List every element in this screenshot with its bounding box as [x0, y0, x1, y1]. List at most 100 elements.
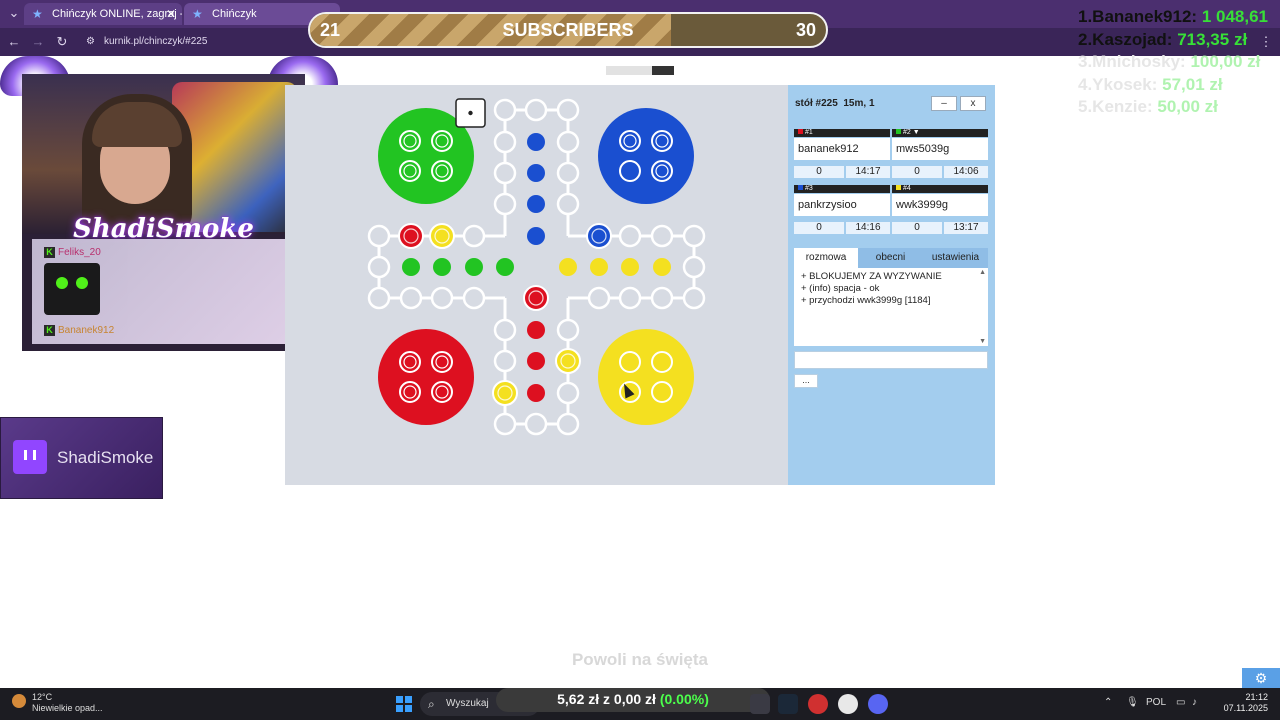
- chat-line: + przychodzi wwk3999g [1184]: [801, 295, 931, 306]
- donation-ticker-overlay: 5,62 zł z 0,00 zł (0.00%): [496, 688, 770, 712]
- track-cell: [682, 255, 706, 279]
- player-score: 0: [892, 166, 942, 178]
- money-raised: 5,62 zł: [557, 691, 600, 707]
- player-time: 14:06: [944, 166, 988, 178]
- avatar-eye-icon: [76, 277, 88, 289]
- scroll-up-icon[interactable]: ▲: [979, 269, 986, 276]
- board-view-controls[interactable]: [606, 66, 674, 75]
- settings-gear-icon[interactable]: ⚙: [1242, 668, 1280, 688]
- leaderboard-amount: 713,35 zł: [1177, 29, 1248, 49]
- track-cell: [556, 192, 580, 216]
- track-cell: [650, 286, 674, 310]
- table-number: stół #225: [795, 98, 838, 109]
- chat-user-2: K Bananek912: [44, 325, 114, 336]
- app-icon[interactable]: [808, 694, 828, 714]
- reload-icon[interactable]: ↻: [54, 34, 70, 50]
- chat-username: Feliks_20: [58, 247, 101, 259]
- chat-username: Bananek912: [58, 325, 115, 337]
- donation-leaderboard: 1.Bananek912: 1 048,61 2.Kaszojad: 713,3…: [1078, 6, 1278, 119]
- board-view-active[interactable]: [652, 66, 674, 75]
- site-info-icon[interactable]: ⚙: [86, 32, 95, 52]
- weather-desc: Niewielkie opad...: [32, 703, 103, 713]
- browser-tab-kurnik[interactable]: ★ Chińczyk ONLINE, zagraj - Kurn ✕: [24, 3, 182, 25]
- url-text: kurnik.pl/chinczyk/#225: [104, 36, 208, 47]
- dice-pip: [468, 110, 473, 116]
- kurnik-favicon-icon: ★: [32, 7, 43, 21]
- track-cell: [556, 98, 580, 122]
- scroll-down-icon[interactable]: ▼: [979, 338, 986, 345]
- track-cell: [367, 255, 391, 279]
- track-cell: [556, 381, 580, 405]
- tab-obecni[interactable]: obecni: [858, 248, 923, 268]
- leaderboard-amount: 1 048,61: [1201, 7, 1268, 26]
- twitch-channel-name: ShadiSmoke: [57, 448, 154, 467]
- browser-tab-title: Chińczyk: [212, 8, 257, 20]
- url-field[interactable]: ⚙ kurnik.pl/chinczyk/#225: [80, 32, 300, 52]
- yellow-pawn: [555, 348, 581, 374]
- stream-subtitle: Powoli na święta: [571, 650, 709, 669]
- tab-list-chevron-icon[interactable]: ⌄: [6, 5, 22, 21]
- track-cell: [524, 98, 548, 122]
- leaderboard-row: 2.Kaszojad: 713,35 zł: [1078, 29, 1278, 52]
- stream-chat-overlay: K Feliks_20 K Bananek912: [32, 239, 297, 344]
- player-slot: #2 ▼: [903, 129, 920, 136]
- search-icon: ⌕: [428, 697, 435, 711]
- file-explorer-icon[interactable]: [750, 694, 770, 714]
- steam-icon[interactable]: [778, 694, 798, 714]
- network-icon[interactable]: ▭: [1176, 696, 1185, 710]
- red-pawn: [523, 285, 549, 311]
- leaderboard-name: 4.Ykosek:: [1078, 74, 1158, 94]
- player-name[interactable]: mws5039g: [892, 138, 988, 160]
- game-side-panel: stół #225 15m, 1 – x #1 bananek912 0 14:…: [788, 85, 995, 485]
- close-tab-icon[interactable]: ✕: [166, 3, 176, 25]
- player-name[interactable]: bananek912: [794, 138, 890, 160]
- green-home-cell: [433, 258, 451, 276]
- search-label: Wyszukaj: [446, 698, 489, 709]
- language-indicator[interactable]: POL: [1146, 696, 1166, 710]
- clock-time: 21:12: [1245, 692, 1268, 702]
- forward-arrow-icon[interactable]: →: [30, 34, 46, 50]
- game-chat-log[interactable]: + BLOKUJEMY ZA WYZYWANIE + (info) spacja…: [794, 268, 988, 346]
- microphone-icon[interactable]: 🎙: [1126, 696, 1139, 710]
- taskbar-clock[interactable]: 21:12 07.11.2025: [1208, 692, 1268, 714]
- windows-start-icon[interactable]: [396, 696, 412, 712]
- track-cell: [556, 161, 580, 185]
- money-separator: z: [603, 691, 611, 707]
- volume-icon[interactable]: ♪: [1192, 696, 1197, 710]
- red-base: [378, 329, 474, 425]
- player-time: 14:16: [846, 222, 890, 234]
- back-arrow-icon[interactable]: ←: [6, 34, 22, 50]
- track-cell: [556, 130, 580, 154]
- player-name[interactable]: wwk3999g: [892, 194, 988, 216]
- more-button[interactable]: ...: [794, 374, 818, 388]
- track-cell: [556, 318, 580, 342]
- close-table-button[interactable]: x: [960, 96, 986, 111]
- webcam-overlay: ShadiSmoke K Feliks_20 K Bananek912: [22, 74, 305, 351]
- ludo-board[interactable]: [285, 85, 788, 485]
- discord-icon[interactable]: [868, 694, 888, 714]
- track-cell: [493, 412, 517, 436]
- kurnik-favicon-icon: ★: [192, 7, 203, 21]
- kick-icon: K: [44, 247, 55, 258]
- red-home-cell: [527, 352, 545, 370]
- yellow-base: [598, 329, 694, 425]
- track-cell: [682, 286, 706, 310]
- player-slot: #4: [903, 185, 911, 192]
- player-score: 0: [794, 166, 844, 178]
- player-name[interactable]: pankrzysioo: [794, 194, 890, 216]
- tray-chevron-icon[interactable]: ⌃: [1104, 696, 1112, 710]
- tab-ustawienia[interactable]: ustawienia: [923, 248, 988, 268]
- green-home-cell: [465, 258, 483, 276]
- minimize-button[interactable]: –: [931, 96, 957, 111]
- weather-icon: [12, 694, 26, 708]
- leaderboard-row: 3.Mnichosky: 100,00 zł: [1078, 51, 1278, 74]
- track-cell: [493, 349, 517, 373]
- track-cell: [399, 286, 423, 310]
- green-home-cell: [496, 258, 514, 276]
- app-icon[interactable]: [838, 694, 858, 714]
- player-color-dot: [798, 185, 803, 190]
- tab-rozmowa[interactable]: rozmowa: [794, 248, 858, 268]
- game-chat-input[interactable]: [794, 351, 988, 369]
- leaderboard-name: 3.Mnichosky:: [1078, 52, 1186, 71]
- blue-home-cell: [527, 227, 545, 245]
